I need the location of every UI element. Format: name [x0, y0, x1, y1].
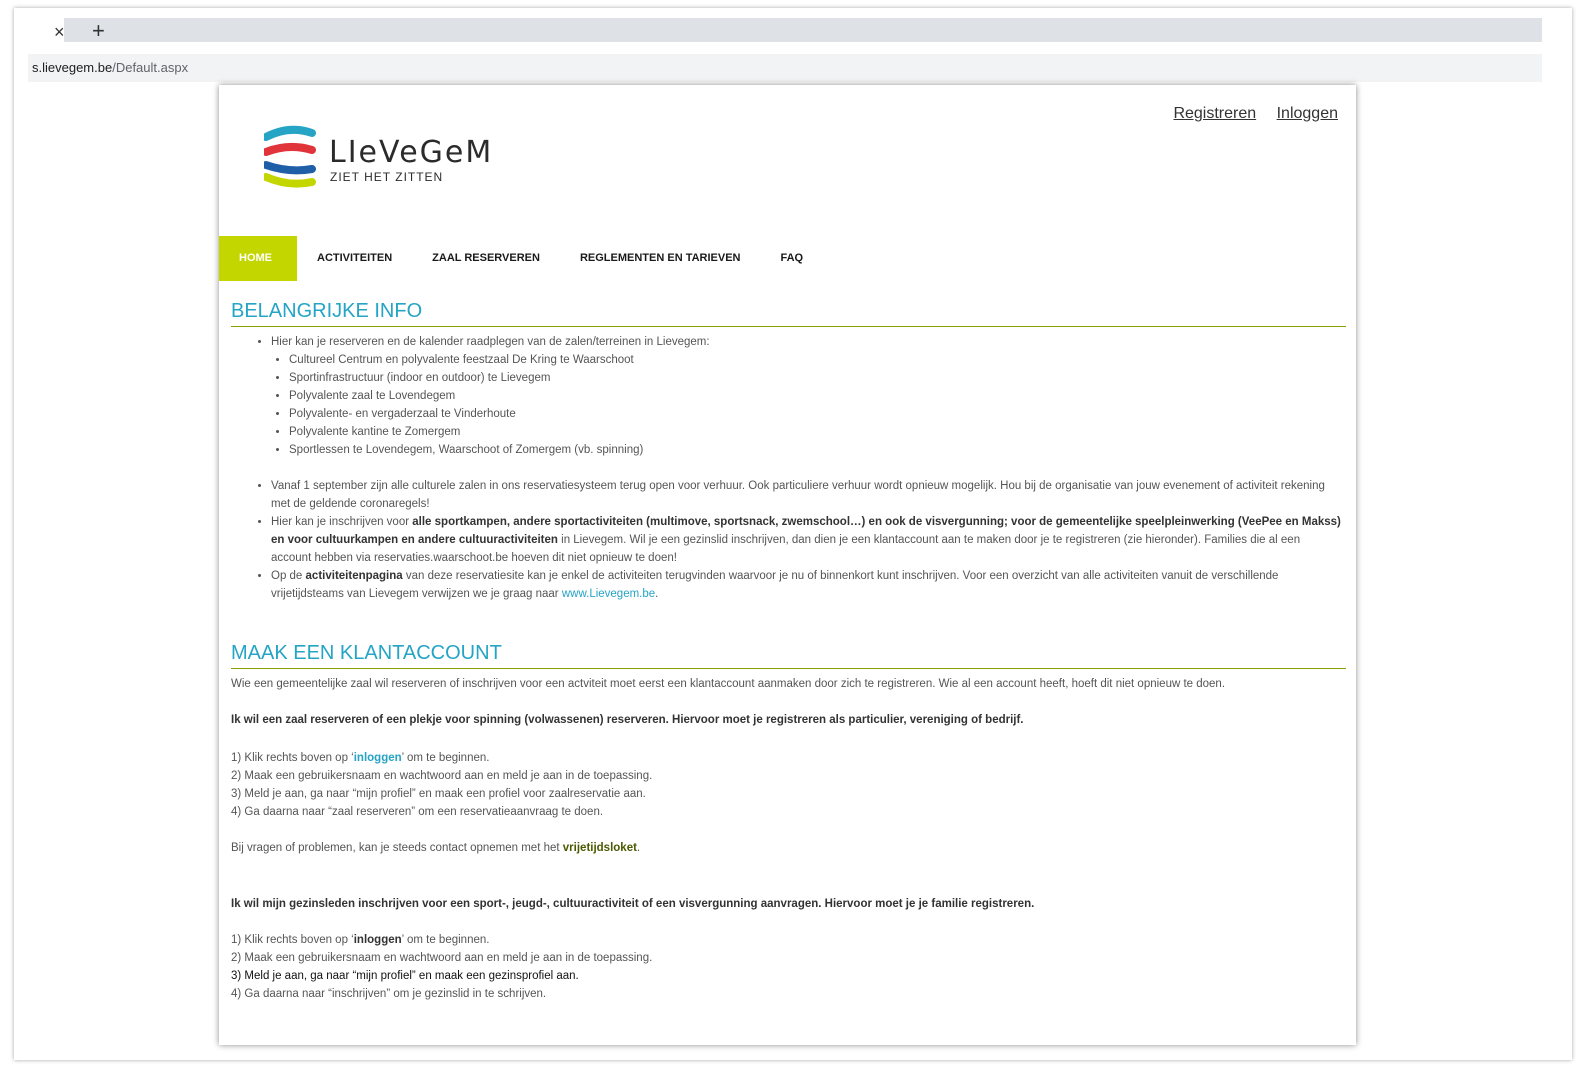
- close-tab-icon[interactable]: ×: [54, 20, 65, 44]
- help-text: Bij vragen of problemen, kan je steeds c…: [231, 839, 1341, 857]
- text-run: Op de: [271, 570, 306, 582]
- tab-strip: [64, 18, 1542, 42]
- text-run: van deze reservatiesite kan je enkel de …: [271, 570, 1279, 600]
- list-item: Hier kan je reserveren en de kalender ra…: [271, 333, 1341, 459]
- nav-activiteiten[interactable]: ACTIVITEITEN: [297, 236, 412, 281]
- page-container: Registreren Inloggen LIeVeGeM ZIET HET Z…: [219, 85, 1356, 1045]
- venue-item: Polyvalente kantine te Zomergem: [289, 423, 1341, 441]
- main-nav: HOME ACTIVITEITEN ZAAL RESERVEREN REGLEM…: [219, 236, 823, 281]
- logo-tagline: ZIET HET ZITTEN: [330, 170, 444, 184]
- info-intro: Hier kan je reserveren en de kalender ra…: [271, 336, 710, 348]
- step-item: 1) Klik rechts boven op ‘inloggen’ om te…: [231, 749, 1341, 767]
- section-title-info: BELANGRIJKE INFO: [231, 300, 1346, 327]
- step-item: 4) Ga daarna naar “zaal reserveren” om e…: [231, 806, 604, 818]
- list-item: Vanaf 1 september zijn alle culturele za…: [271, 477, 1341, 513]
- heading-zaal: Ik wil een zaal reserveren of een plekje…: [231, 711, 1341, 729]
- url-text[interactable]: s.lievegem.be/Default.aspx: [32, 60, 188, 75]
- venue-item: Polyvalente- en vergaderzaal te Vinderho…: [289, 405, 1341, 423]
- account-intro: Wie een gemeentelijke zaal wil reservere…: [231, 678, 1226, 690]
- step-item: 2) Maak een gebruikersnaam en wachtwoord…: [231, 952, 653, 964]
- venue-item: Sportinfrastructuur (indoor en outdoor) …: [289, 369, 1341, 387]
- text-run: 1) Klik rechts boven op ‘: [231, 752, 354, 764]
- info-content: Hier kan je reserveren en de kalender ra…: [231, 333, 1341, 603]
- url-path: /Default.aspx: [112, 60, 189, 75]
- account-content: Wie een gemeentelijke zaal wil reservere…: [231, 675, 1341, 1003]
- nav-home[interactable]: HOME: [219, 236, 297, 281]
- heading-gezin: Ik wil mijn gezinsleden inschrijven voor…: [231, 895, 1341, 913]
- logo-wordmark: LIeVeGeM: [329, 135, 494, 170]
- step-item: 3) Meld je aan, ga naar “mijn profiel” e…: [231, 970, 579, 982]
- address-bar[interactable]: [28, 54, 1542, 82]
- venue-item: Polyvalente zaal te Lovendegem: [289, 387, 1341, 405]
- list-item: Op de activiteitenpagina van deze reserv…: [271, 567, 1341, 603]
- inloggen-link[interactable]: inloggen: [354, 752, 402, 764]
- step-item: 4) Ga daarna naar “inschrijven” om je ge…: [231, 988, 547, 1000]
- step-item: 1) Klik rechts boven op ‘inloggen’ om te…: [231, 931, 1341, 949]
- venue-item: Sportlessen te Lovendegem, Waarschoot of…: [289, 441, 1341, 459]
- text-bold: Ik wil mijn gezinsleden inschrijven voor…: [231, 898, 1035, 910]
- nav-zaal-reserveren[interactable]: ZAAL RESERVEREN: [412, 236, 560, 281]
- new-tab-icon[interactable]: +: [92, 18, 105, 44]
- text-bold: inloggen: [353, 752, 402, 764]
- step-item: 3) Meld je aan, ga naar “mijn profiel” e…: [231, 788, 646, 800]
- step-item: 2) Maak een gebruikersnaam en wachtwoord…: [231, 770, 653, 782]
- text-run: .: [636, 842, 641, 854]
- lievegem-website-link[interactable]: www.Lievegem.be: [562, 588, 655, 600]
- text-run: .: [655, 588, 659, 600]
- vrijetijdsloket-link[interactable]: vrijetijdsloket: [563, 842, 637, 854]
- url-host: s.lievegem.be: [32, 60, 113, 75]
- register-link[interactable]: Registreren: [1173, 105, 1256, 122]
- login-link[interactable]: Inloggen: [1277, 105, 1338, 122]
- text-run: ’ om te beginnen.: [401, 934, 490, 946]
- text-run: Hier kan je inschrijven voor: [271, 516, 413, 528]
- text-run: ’ om te beginnen.: [401, 752, 490, 764]
- text-run: Bij vragen of problemen, kan je steeds c…: [231, 842, 563, 854]
- list-item: Hier kan je inschrijven voor alle sportk…: [271, 513, 1341, 567]
- section-title-account: MAAK EEN KLANTACCOUNT: [231, 642, 1346, 669]
- text-bold: Ik wil een zaal reserveren of een plekje…: [231, 714, 1024, 726]
- nav-reglementen[interactable]: REGLEMENTEN EN TARIEVEN: [560, 236, 761, 281]
- text-bold: activiteitenpagina: [305, 570, 403, 582]
- text-bold: inloggen: [353, 934, 402, 946]
- nav-faq[interactable]: FAQ: [761, 236, 824, 281]
- text-run: 1) Klik rechts boven op ‘: [231, 934, 354, 946]
- account-links: Registreren Inloggen: [1157, 105, 1338, 123]
- venue-item: Cultureel Centrum en polyvalente feestza…: [289, 351, 1341, 369]
